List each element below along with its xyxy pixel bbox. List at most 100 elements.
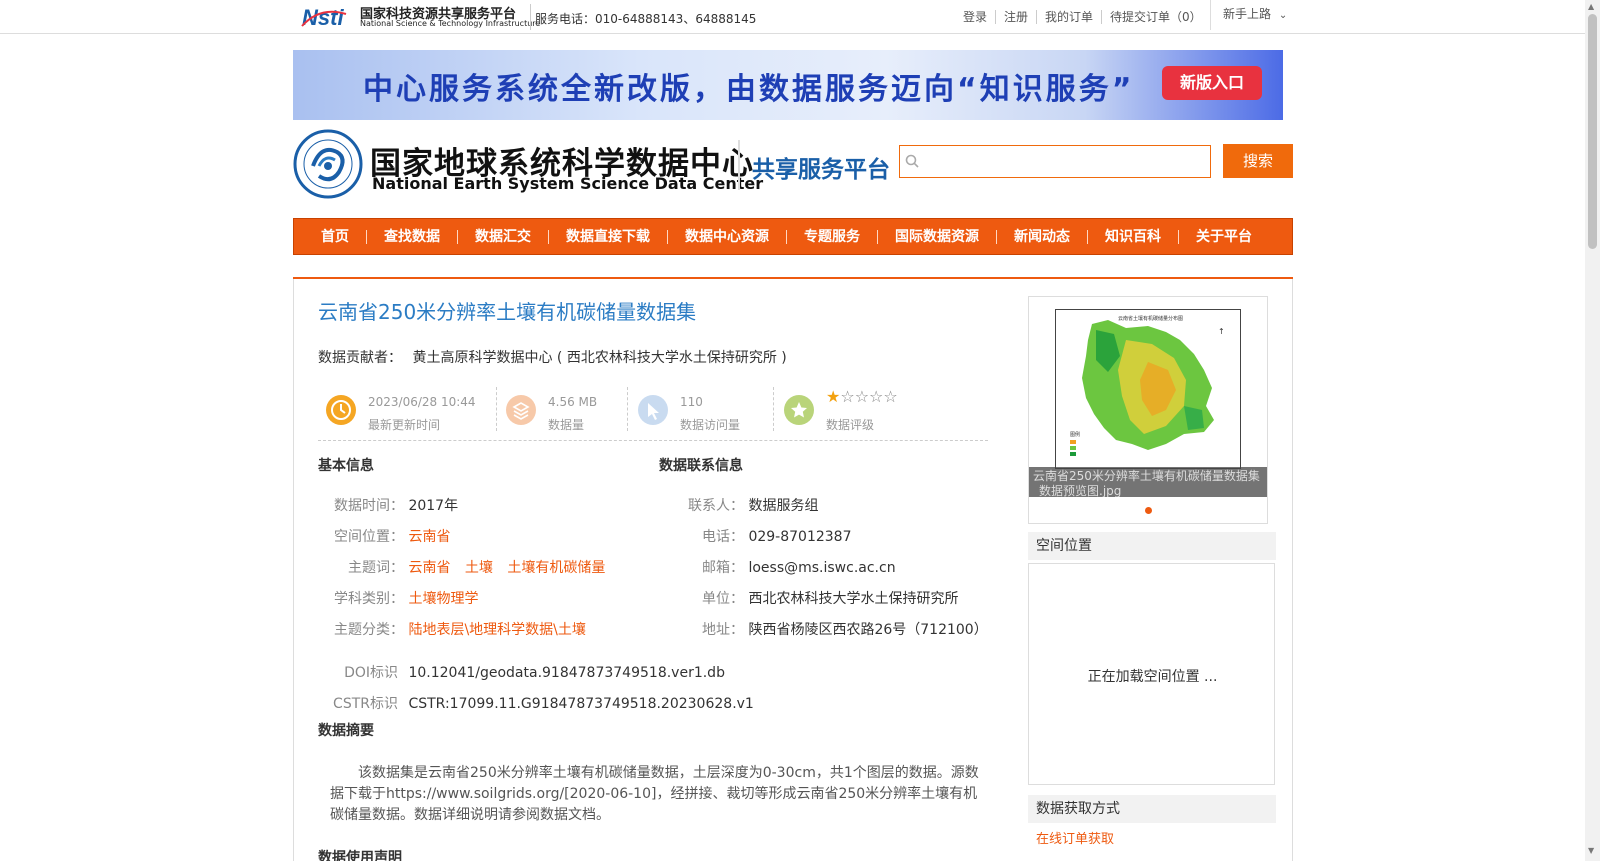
- data-time-value: 2017年: [408, 498, 459, 514]
- doi-label: DOI标识: [344, 665, 398, 681]
- newbie-guide-dropdown[interactable]: 新手上路 ⌄: [1210, 0, 1287, 30]
- logo-divider: [530, 4, 531, 30]
- nsti-logo[interactable]: Nsti 国家科技资源共享服务平台 National Science & Tec…: [300, 2, 540, 32]
- data-center-name-en: National Earth System Science Data Cente…: [372, 174, 764, 193]
- stat-divider: [496, 387, 497, 431]
- discipline-link[interactable]: 土壤物理学: [408, 591, 478, 607]
- nav-find-data[interactable]: 查找数据: [366, 229, 457, 244]
- contact-unit-label: 单位：: [702, 591, 744, 607]
- nav-direct-download[interactable]: 数据直接下载: [548, 229, 667, 244]
- cstr-label: CSTR标识: [333, 696, 398, 712]
- spatial-location-link[interactable]: 云南省: [408, 529, 450, 545]
- contact-person-value: 数据服务组: [748, 498, 819, 514]
- nav-international-data[interactable]: 国际数据资源: [877, 229, 996, 244]
- discipline-label: 学科类别：: [334, 591, 404, 607]
- nav-data-submission[interactable]: 数据汇交: [457, 229, 548, 244]
- scroll-up-icon[interactable]: ▲: [1588, 2, 1594, 11]
- stat-divider: [773, 387, 774, 431]
- category-link[interactable]: 陆地表层\地理科学数据\土壤: [408, 622, 585, 638]
- discipline-row: 学科类别： 土壤物理学: [318, 588, 488, 608]
- contributor-label: 数据贡献者：: [318, 350, 402, 366]
- map-legend-title: 图例: [1070, 431, 1080, 438]
- keywords-label: 主题词：: [348, 560, 404, 576]
- keyword-link[interactable]: 土壤: [465, 560, 493, 576]
- star-empty-icon[interactable]: ☆: [840, 387, 854, 406]
- keyword-link[interactable]: 土壤有机碳储量: [507, 560, 605, 576]
- nav-center-resources[interactable]: 数据中心资源: [667, 229, 786, 244]
- size-label: 数据量: [548, 418, 585, 432]
- cursor-icon: [638, 395, 668, 425]
- contact-email-value[interactable]: loess@ms.iswc.ac.cn: [748, 560, 895, 576]
- updated-value: 2023/06/28 10:44: [368, 395, 476, 409]
- page-scrollbar[interactable]: ▲ ▼: [1585, 0, 1600, 861]
- clock-icon: [326, 395, 356, 425]
- preview-carousel[interactable]: 云南省土壤有机碳储量分布图 ↑ 图例 云南省250米分辨率土壤有机碳储量数据集_…: [1028, 296, 1268, 524]
- contact-phone-value: 029-87012387: [748, 529, 852, 545]
- stat-size: 4.56 MB 数据量: [498, 387, 628, 432]
- online-order-link[interactable]: 在线订单获取: [1036, 828, 1114, 847]
- visits-value: 110: [680, 395, 703, 409]
- star-filled-icon[interactable]: ★: [826, 387, 840, 406]
- new-version-button[interactable]: 新版入口: [1162, 66, 1262, 100]
- contact-address-label: 地址：: [702, 622, 744, 638]
- contact-info-heading: 数据联系信息: [659, 458, 743, 474]
- star-empty-icon[interactable]: ☆: [883, 387, 897, 406]
- nav-knowledge[interactable]: 知识百科: [1087, 229, 1178, 244]
- contact-phone-row: 电话： 029-87012387: [659, 526, 851, 546]
- scroll-thumb[interactable]: [1588, 14, 1597, 249]
- data-time-label: 数据时间：: [334, 498, 404, 514]
- data-center-logo-icon[interactable]: [293, 126, 363, 202]
- cstr-row: CSTR标识 CSTR:17099.11.G91847873749518.202…: [318, 693, 754, 713]
- cstr-value: CSTR:17099.11.G91847873749518.20230628.v…: [408, 696, 754, 712]
- search-input[interactable]: [899, 145, 1211, 178]
- spatial-location-row: 空间位置： 云南省: [318, 526, 460, 546]
- register-link[interactable]: 注册: [995, 10, 1036, 24]
- nav-home[interactable]: 首页: [304, 230, 366, 244]
- contact-person-row: 联系人： 数据服务组: [659, 495, 818, 515]
- contributor: 数据贡献者： 黄土高原科学数据中心 ( 西北农林科技大学水土保持研究所 ): [318, 347, 787, 367]
- my-orders-link[interactable]: 我的订单: [1036, 10, 1101, 24]
- platform-name: 共享服务平台: [752, 157, 890, 183]
- search-button[interactable]: 搜索: [1223, 144, 1293, 178]
- updated-label: 最新更新时间: [368, 418, 441, 432]
- map-title: 云南省土壤有机碳储量分布图: [1118, 315, 1183, 322]
- star-badge-icon: [784, 395, 814, 425]
- basic-info-heading: 基本信息: [318, 458, 374, 474]
- scroll-down-icon[interactable]: ▼: [1588, 846, 1594, 855]
- preview-caption: 云南省250米分辨率土壤有机碳储量数据集_数据预览图.jpg: [1029, 467, 1267, 497]
- spatial-map[interactable]: 正在加载空间位置 ...: [1028, 563, 1275, 785]
- summary-text: 该数据集是云南省250米分辨率土壤有机碳储量数据，土层深度为0-30cm，共1个…: [330, 765, 979, 823]
- nav-topic-services[interactable]: 专题服务: [786, 229, 877, 244]
- nav-news[interactable]: 新闻动态: [996, 229, 1087, 244]
- contact-address-row: 地址： 陕西省杨陵区西农路26号（712100）: [659, 619, 988, 639]
- category-label: 主题分类：: [334, 622, 404, 638]
- pending-orders-link[interactable]: 待提交订单（0）: [1101, 10, 1210, 24]
- svg-text:Nsti: Nsti: [302, 5, 344, 30]
- usage-heading: 数据使用声明: [318, 850, 402, 861]
- nsti-logo-en: National Science & Technology Infrastruc…: [360, 19, 541, 28]
- banner-text: 中心服务系统全新改版，由数据服务迈向“知识服务”: [363, 72, 1135, 107]
- layers-icon: [506, 395, 536, 425]
- dataset-title: 云南省250米分辨率土壤有机碳储量数据集: [318, 300, 697, 324]
- carousel-dot[interactable]: [1145, 507, 1152, 514]
- contact-email-label: 邮箱：: [702, 560, 744, 576]
- nav-about[interactable]: 关于平台: [1178, 229, 1269, 244]
- svg-text:↑: ↑: [1218, 327, 1225, 336]
- stat-visits: 110 数据访问量: [630, 387, 770, 432]
- login-link[interactable]: 登录: [955, 10, 995, 24]
- contact-unit-row: 单位： 西北农林科技大学水土保持研究所: [659, 588, 958, 608]
- contact-email-row: 邮箱： loess@ms.iswc.ac.cn: [659, 557, 896, 577]
- chevron-down-icon: ⌄: [1278, 10, 1288, 21]
- star-empty-icon[interactable]: ☆: [869, 387, 883, 406]
- contact-address-value: 陕西省杨陵区西农路26号（712100）: [748, 622, 988, 638]
- top-bar: Nsti 国家科技资源共享服务平台 National Science & Tec…: [0, 0, 1600, 34]
- main-nav: 首页 查找数据 数据汇交 数据直接下载 数据中心资源 专题服务 国际数据资源 新…: [293, 218, 1293, 255]
- stat-divider: [627, 387, 628, 431]
- announcement-banner[interactable]: 中心服务系统全新改版，由数据服务迈向“知识服务” 新版入口: [293, 50, 1283, 120]
- keyword-link[interactable]: 云南省: [408, 560, 450, 576]
- contact-unit-value: 西北农林科技大学水土保持研究所: [748, 591, 959, 607]
- spatial-heading: 空间位置: [1028, 532, 1276, 560]
- spatial-loading-text: 正在加载空间位置 ...: [1087, 669, 1218, 685]
- star-empty-icon[interactable]: ☆: [855, 387, 869, 406]
- rating-stars[interactable]: ★☆☆☆☆: [826, 387, 898, 406]
